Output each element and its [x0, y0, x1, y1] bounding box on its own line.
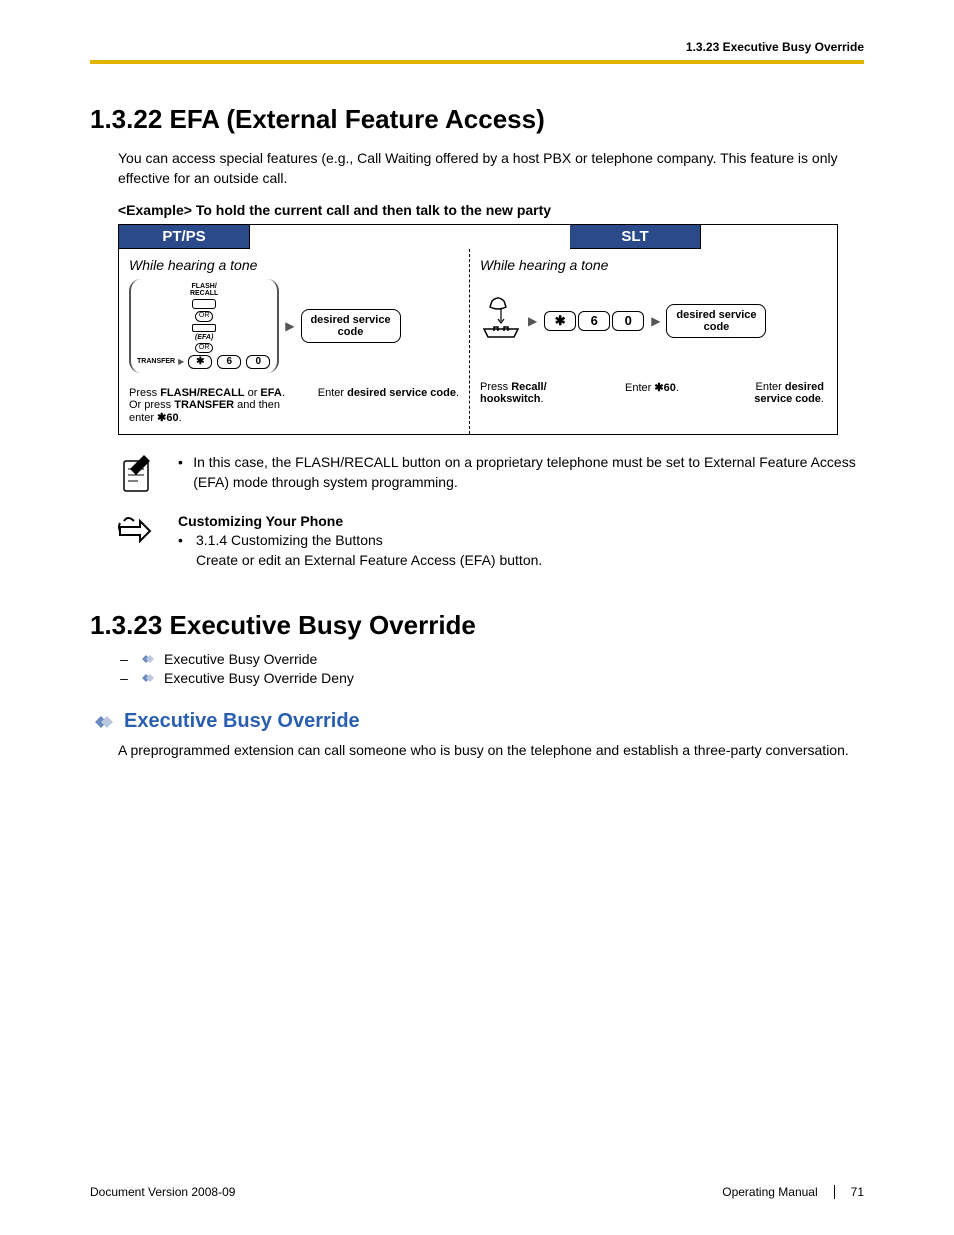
arrow-icon: ▶	[285, 319, 294, 333]
key-star-1: ✱	[188, 355, 212, 369]
or-label-1: OR	[195, 311, 214, 321]
pt-tone-text: While hearing a tone	[129, 257, 459, 273]
pt-caption-b: Enter desired service code.	[298, 387, 459, 424]
flash-recall-label: FLASH/ RECALL	[190, 283, 218, 297]
dash-icon: –	[118, 670, 130, 686]
slt-tone-text: While hearing a tone	[480, 257, 824, 273]
sub-heading: Executive Busy Override	[124, 710, 360, 733]
diamond-bullet-icon	[90, 714, 114, 730]
flash-recall-button-icon	[192, 299, 216, 309]
diamond-bullet-icon	[138, 653, 156, 665]
link-executive-busy-override-deny[interactable]: Executive Busy Override Deny	[164, 670, 354, 686]
bullet-icon: •	[178, 531, 188, 570]
link-executive-busy-override[interactable]: Executive Busy Override	[164, 651, 317, 667]
pt-ps-header: PT/PS	[119, 225, 250, 249]
customizing-desc: Create or edit an External Feature Acces…	[196, 552, 542, 568]
slt-caption-c: Enter desired service code.	[715, 381, 824, 405]
doc-version: Document Version 2008-09	[90, 1185, 235, 1199]
key-6-2: 6	[578, 311, 610, 331]
slt-column: While hearing a tone ▶ ✱ 6 0 ▶	[469, 249, 834, 434]
arrow-icon: ▶	[528, 314, 537, 328]
section-1-intro: You can access special features (e.g., C…	[118, 149, 864, 188]
or-label-2: OR	[195, 343, 214, 353]
slt-caption-b: Enter ✱60.	[597, 381, 706, 405]
slt-header: SLT	[570, 225, 701, 249]
pt-ps-column: While hearing a tone FLASH/ RECALL OR (E…	[119, 249, 469, 434]
bullet-icon: •	[178, 453, 185, 492]
pt-caption-a: Press FLASH/RECALL or EFA. Or press TRAN…	[129, 387, 290, 424]
arrow-icon: ▶	[651, 314, 660, 328]
key-6-1: 6	[217, 355, 241, 369]
transfer-label: TRANSFER	[137, 358, 175, 365]
section-1-title: 1.3.22 EFA (External Feature Access)	[90, 104, 864, 135]
customizing-ref: 3.1.4 Customizing the Buttons	[196, 532, 383, 548]
page-footer: Document Version 2008-09 Operating Manua…	[90, 1185, 864, 1199]
section-2-title: 1.3.23 Executive Busy Override	[90, 610, 864, 641]
key-0-2: 0	[612, 311, 644, 331]
notepad-icon	[118, 453, 154, 495]
manual-name: Operating Manual	[722, 1185, 817, 1199]
dash-icon: –	[118, 651, 130, 667]
example-label: <Example> To hold the current call and t…	[118, 202, 864, 218]
note-1-text: In this case, the FLASH/RECALL button on…	[193, 453, 864, 492]
customizing-heading: Customizing Your Phone	[178, 513, 864, 529]
page-number: 71	[834, 1185, 864, 1199]
key-star-2: ✱	[544, 311, 576, 331]
slt-caption-a: Press Recall/hookswitch.	[480, 381, 589, 405]
hand-pointing-icon	[118, 513, 154, 570]
desired-service-code-2: desired service code	[666, 304, 766, 338]
header-rule	[90, 60, 864, 64]
procedure-diagram: PT/PS SLT While hearing a tone FLASH/ RE…	[118, 224, 838, 435]
hookswitch-icon	[480, 297, 522, 345]
pt-options-group: FLASH/ RECALL OR (EFA) OR TRANSFER ▶ ✱ 6…	[129, 279, 279, 373]
header-section-label: 1.3.23 Executive Busy Override	[90, 40, 864, 60]
sub-body: A preprogrammed extension can call someo…	[118, 741, 864, 761]
desired-service-code-1: desired service code	[301, 309, 401, 343]
efa-label: (EFA)	[195, 334, 213, 341]
diamond-bullet-icon	[138, 672, 156, 684]
efa-button-icon	[192, 324, 216, 332]
key-0-1: 0	[246, 355, 270, 369]
